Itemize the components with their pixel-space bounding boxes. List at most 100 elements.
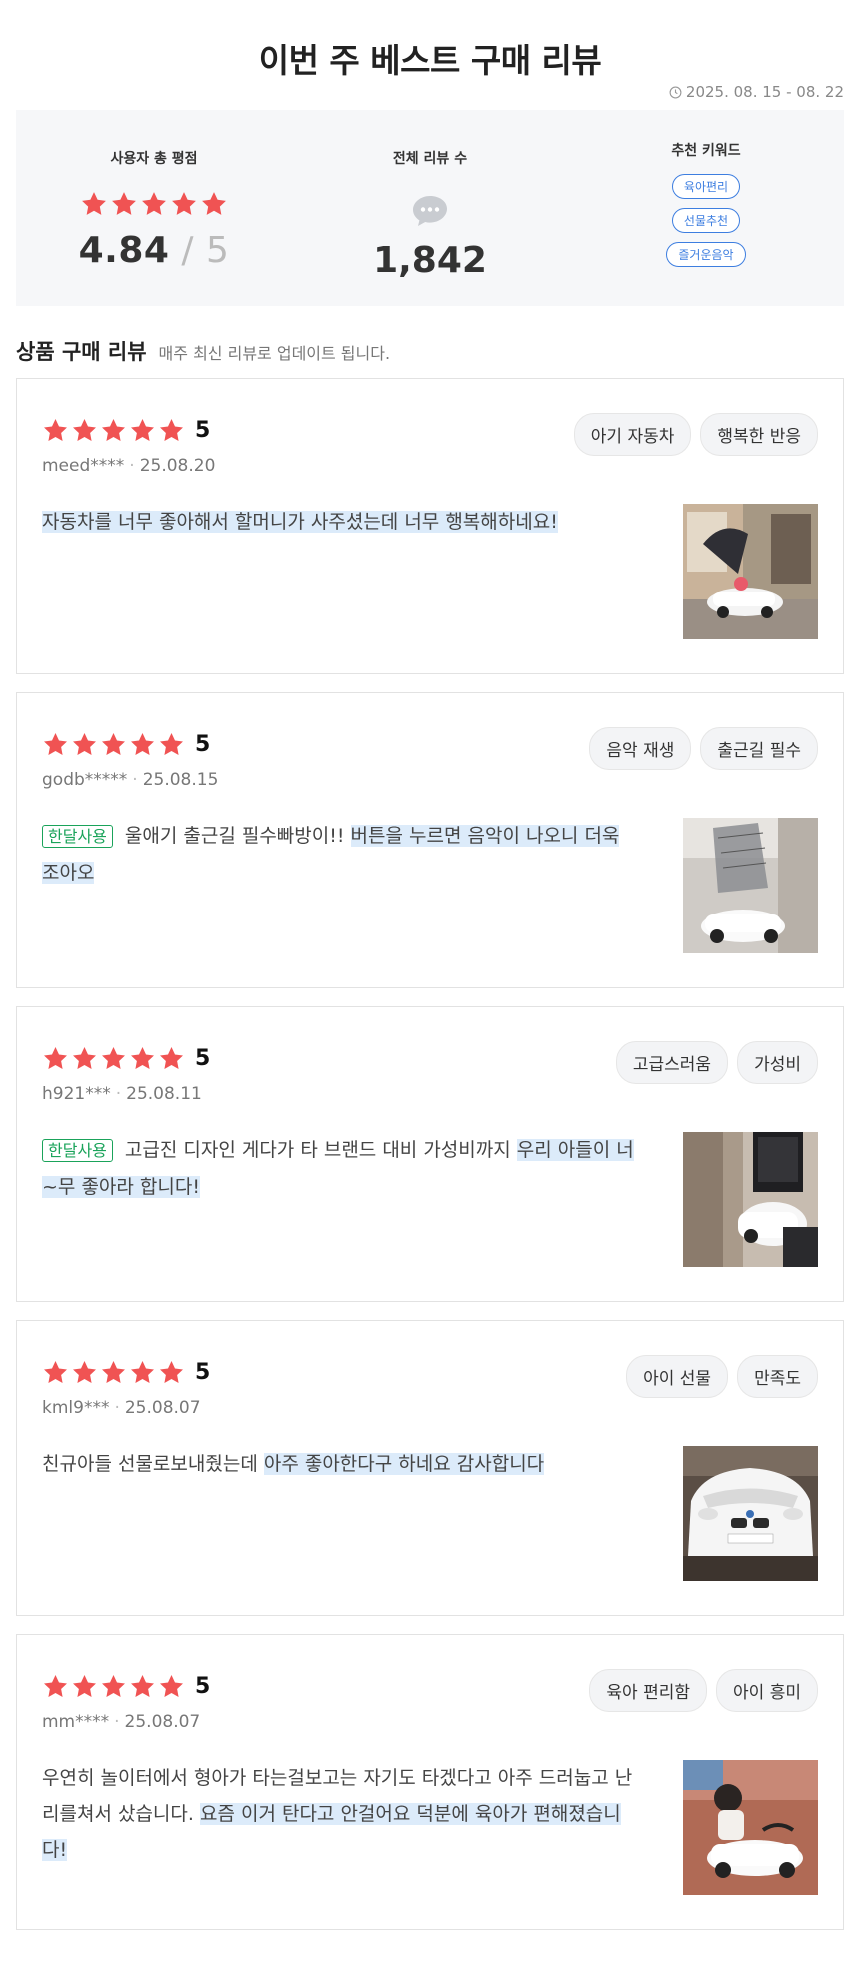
review-score: 5 <box>195 1046 211 1071</box>
review-count: 1,842 <box>373 240 487 281</box>
review-text: 우연히 놀이터에서 형아가 타는걸보고는 자기도 타겠다고 아주 드러눕고 난리… <box>42 1760 642 1868</box>
star-icon <box>100 1359 127 1386</box>
review-photo[interactable] <box>683 818 818 953</box>
review-tags: 아이 선물 만족도 <box>626 1355 818 1398</box>
reviewer-id: meed**** <box>42 456 125 476</box>
star-icon <box>158 417 185 444</box>
review-tag[interactable]: 아이 흥미 <box>716 1669 818 1712</box>
review-stars: 5 <box>42 1045 210 1072</box>
review-text: 한달사용 울애기 출근길 필수빠방이!! 버튼을 누르면 음악이 나오니 더욱 조… <box>42 818 642 891</box>
date-range-text: 2025. 08. 15 - 08. 22 <box>685 83 844 101</box>
review-tag[interactable]: 가성비 <box>737 1041 818 1084</box>
review-tags: 육아 편리함 아이 흥미 <box>589 1669 818 1712</box>
rating-value: 4.84 <box>78 230 170 271</box>
review-stars: 5 <box>42 1359 210 1386</box>
review-tag[interactable]: 아이 선물 <box>626 1355 729 1398</box>
rating-label: 사용자 총 평점 <box>110 151 198 167</box>
rating-value-display: 4.84 / 5 <box>79 230 230 271</box>
review-card: 5 meed**** · 25.08.20 아기 자동차 행복한 반응 자동차를 너… <box>16 378 844 674</box>
star-icon <box>42 1045 69 1072</box>
review-tags: 고급스러움 가성비 <box>615 1041 818 1084</box>
review-score: 5 <box>195 1360 211 1385</box>
review-date: 25.08.07 <box>124 1712 201 1732</box>
review-tag[interactable]: 음악 재생 <box>589 727 692 770</box>
review-text-highlight: 자동차를 너무 좋아해서 할머니가 사주셨는데 너무 행복해하네요! <box>42 511 558 533</box>
star-icon <box>158 1359 185 1386</box>
star-icon <box>71 1045 98 1072</box>
month-use-badge: 한달사용 <box>42 1139 113 1162</box>
star-icon <box>42 417 69 444</box>
recommended-keywords: 추천 키워드 육아편리 선물추천 즐거운음악 <box>568 110 844 306</box>
meta-separator: · <box>114 1398 120 1418</box>
review-text-plain: 친규아들 선물로보내줬는데 <box>42 1453 264 1475</box>
star-icon <box>129 1673 156 1700</box>
review-photo-image <box>683 504 818 639</box>
review-card: 5 kml9*** · 25.08.07 아이 선물 만족도 친규아들 선물로보내줬… <box>16 1320 844 1616</box>
rating-max: 5 <box>205 230 230 271</box>
star-icon <box>140 190 168 218</box>
review-photo[interactable] <box>683 1446 818 1581</box>
review-tag[interactable]: 행복한 반응 <box>700 413 818 456</box>
keyword-chip[interactable]: 육아편리 <box>671 174 741 199</box>
star-icon <box>42 731 69 758</box>
star-icon <box>100 731 127 758</box>
star-icon <box>100 417 127 444</box>
review-photo-image <box>683 1132 818 1267</box>
review-photo-image <box>683 1446 818 1581</box>
review-count-label: 전체 리뷰 수 <box>392 151 468 167</box>
star-icon <box>100 1045 127 1072</box>
review-date: 25.08.07 <box>124 1398 201 1418</box>
review-score: 5 <box>195 1674 211 1699</box>
keyword-chip[interactable]: 선물추천 <box>671 208 741 233</box>
review-tag[interactable]: 출근길 필수 <box>700 727 818 770</box>
star-icon <box>158 1045 185 1072</box>
review-photo[interactable] <box>683 1132 818 1267</box>
review-stars: 5 <box>42 1673 210 1700</box>
review-date: 25.08.20 <box>139 456 216 476</box>
review-text-plain: 울애기 출근길 필수빠방이!! <box>124 825 351 847</box>
review-tag[interactable]: 육아 편리함 <box>589 1669 708 1712</box>
star-icon <box>158 1673 185 1700</box>
star-icon <box>100 1673 127 1700</box>
review-meta: mm**** · 25.08.07 <box>42 1712 200 1732</box>
reviewer-id: godb***** <box>42 770 128 790</box>
review-card: 5 godb***** · 25.08.15 음악 재생 출근길 필수 한달사용 울애… <box>16 692 844 988</box>
review-text-plain: 고급진 디자인 게다가 타 브랜드 대비 가성비까지 <box>124 1139 517 1161</box>
review-meta: h921*** · 25.08.11 <box>42 1084 202 1104</box>
star-icon <box>71 731 98 758</box>
clock-icon <box>669 86 682 98</box>
star-icon <box>129 731 156 758</box>
section-description: 매주 최신 리뷰로 업데이트 됩니다. <box>158 344 391 363</box>
review-tags: 아기 자동차 행복한 반응 <box>573 413 818 456</box>
review-tag[interactable]: 만족도 <box>737 1355 818 1398</box>
review-photo[interactable] <box>683 1760 818 1895</box>
star-icon <box>71 1359 98 1386</box>
review-tag[interactable]: 고급스러움 <box>615 1041 729 1084</box>
star-icon <box>71 1673 98 1700</box>
review-stars: 5 <box>42 731 210 758</box>
review-card: 5 mm**** · 25.08.07 육아 편리함 아이 흥미 우연히 놀이터에서… <box>16 1634 844 1930</box>
review-text: 자동차를 너무 좋아해서 할머니가 사주셨는데 너무 행복해하네요! <box>42 504 642 540</box>
review-date: 25.08.15 <box>142 770 219 790</box>
review-photo[interactable] <box>683 504 818 639</box>
star-icon <box>110 190 138 218</box>
reviewer-id: h921*** <box>42 1084 111 1104</box>
star-icon <box>42 1673 69 1700</box>
meta-separator: · <box>115 1084 122 1104</box>
star-icon <box>129 1045 156 1072</box>
review-tags: 음악 재생 출근길 필수 <box>589 727 818 770</box>
review-score: 5 <box>195 418 211 443</box>
total-rating: 사용자 총 평점 4.84 / 5 <box>16 110 292 306</box>
review-photo-image <box>683 818 818 953</box>
rating-summary: 사용자 총 평점 4.84 / 5 전체 리뷰 수 1,842 추천 키워드 육… <box>16 110 844 306</box>
review-tag[interactable]: 아기 자동차 <box>573 413 692 456</box>
keyword-chip[interactable]: 즐거운음악 <box>666 242 746 267</box>
review-score: 5 <box>195 732 211 757</box>
section-title: 상품 구매 리뷰 <box>16 340 147 364</box>
review-meta: kml9*** · 25.08.07 <box>42 1398 201 1418</box>
star-icon <box>42 1359 69 1386</box>
review-photo-image <box>683 1760 818 1895</box>
review-text: 한달사용 고급진 디자인 게다가 타 브랜드 대비 가성비까지 우리 아들이 너~… <box>42 1132 642 1205</box>
star-icon <box>158 731 185 758</box>
chat-bubble-icon <box>413 196 447 226</box>
